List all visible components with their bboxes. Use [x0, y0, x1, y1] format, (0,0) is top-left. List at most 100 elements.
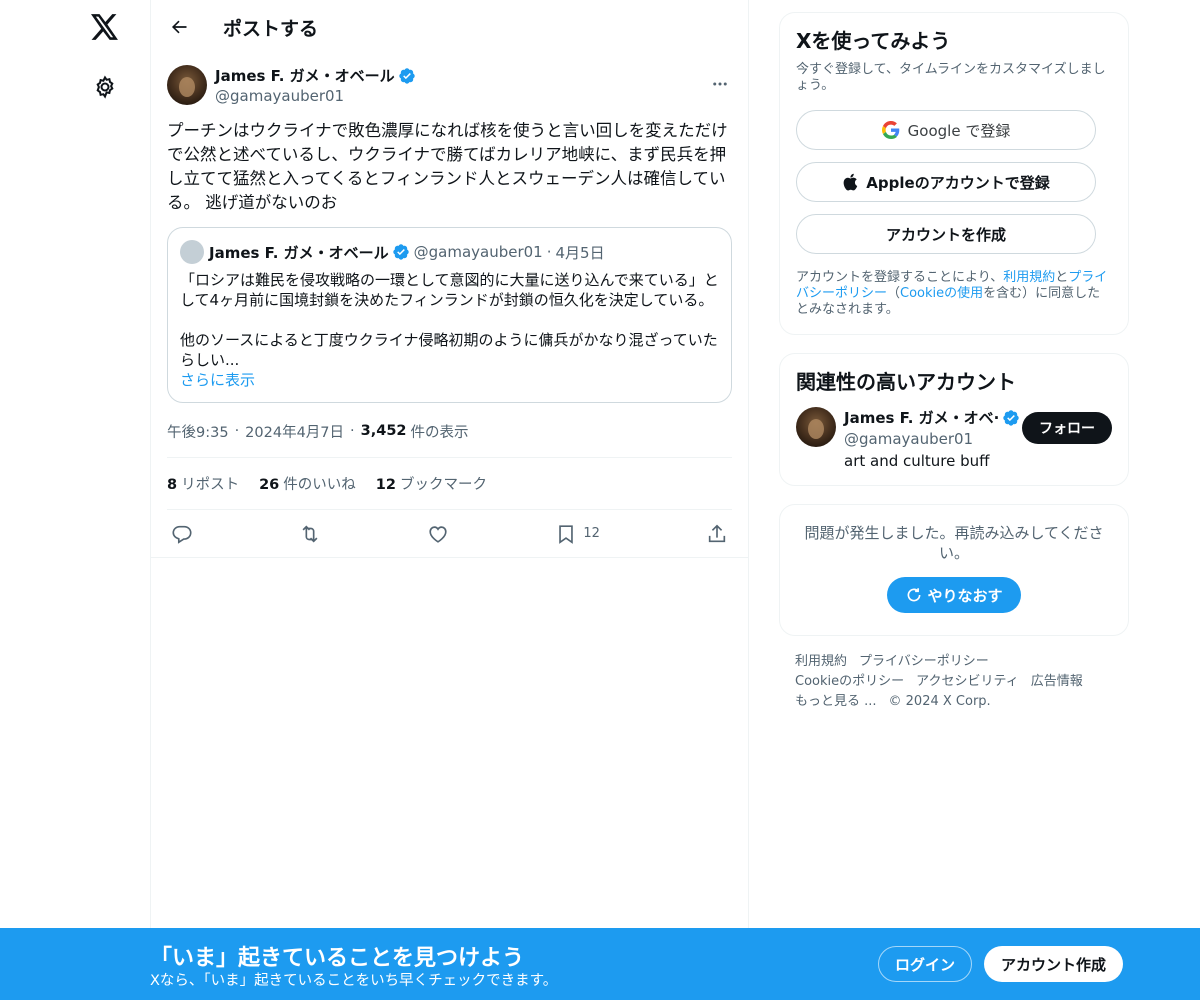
copyright: © 2024 X Corp.: [888, 694, 991, 709]
author-name-line: James F. ガメ・オベール: [215, 65, 416, 86]
apple-icon: [843, 173, 858, 191]
signup-subtitle: 今すぐ登録して、タイムラインをカスタマイズしましょう。: [796, 62, 1106, 93]
verified-badge-icon: [392, 243, 410, 261]
post-text: プーチンはウクライナで敗色濃厚になれば核を使うと言い回しを変えただけで公然と述べ…: [167, 121, 728, 212]
apple-signup-label: Appleのアカウントで登録: [866, 173, 1050, 192]
related-name[interactable]: James F. ガメ・オベ·: [844, 407, 999, 428]
likes-label: 件のいいね: [283, 477, 356, 493]
related-info: James F. ガメ・オベ· @gamayauber01 art and cu…: [844, 407, 1020, 475]
signup-banner: 「いま」起きていることを見つけよう Xなら、「いま」起きていることをいち早くチェ…: [0, 928, 1200, 1000]
related-name-line: James F. ガメ・オベ·: [844, 407, 1020, 428]
bookmarks-label: ブックマーク: [399, 477, 487, 493]
retry-label: やりなおす: [927, 586, 1003, 605]
signup-card: Xを使ってみよう 今すぐ登録して、タイムラインをカスタマイズしましょう。 Goo…: [779, 12, 1129, 335]
main-column: ポストする James F. ガメ・オベール @gamayauber01 プーチ…: [150, 0, 749, 1000]
verified-badge-icon: [398, 67, 416, 85]
back-arrow-icon[interactable]: [161, 9, 197, 45]
quoted-post-header: James F. ガメ・オベール @gamayauber01 · 4月5日: [180, 240, 719, 264]
separator: ·: [234, 423, 240, 439]
reposts-stat[interactable]: 8 リポスト: [167, 473, 239, 494]
footer-terms-link[interactable]: 利用規約: [795, 654, 847, 669]
likes-stat[interactable]: 26 件のいいね: [259, 473, 356, 494]
repost-button[interactable]: [299, 517, 321, 551]
cookie-link[interactable]: Cookieの使用: [900, 286, 983, 301]
x-logo-icon[interactable]: [87, 9, 123, 45]
separator: ·: [350, 423, 355, 439]
bookmarks-stat[interactable]: 12 ブックマーク: [376, 473, 487, 494]
footer-privacy-link[interactable]: プライバシーポリシー: [859, 654, 989, 669]
related-accounts-card: 関連性の高いアカウント James F. ガメ・オベ· @gamayauber0…: [779, 353, 1129, 486]
author-info: James F. ガメ・オベール @gamayauber01: [215, 65, 416, 105]
banner-subtitle: Xなら、「いま」起きていることをいち早くチェックできます。: [150, 973, 558, 989]
footer-cookie-link[interactable]: Cookieのポリシー: [795, 674, 904, 689]
bookmark-button[interactable]: 12: [555, 517, 600, 551]
apple-signup-button[interactable]: Appleのアカウントで登録: [796, 162, 1096, 202]
gear-icon[interactable]: [88, 70, 122, 104]
related-account-row[interactable]: James F. ガメ・オベ· @gamayauber01 art and cu…: [796, 407, 1112, 475]
post-date[interactable]: 2024年4月7日: [245, 421, 344, 442]
like-button[interactable]: [427, 517, 449, 551]
login-button[interactable]: ログイン: [878, 946, 972, 982]
heart-icon: [429, 525, 447, 543]
post-meta: 午後9:35 · 2024年4月7日 · 3,452 件の表示: [167, 421, 732, 441]
signup-title: Xを使ってみよう: [796, 29, 951, 53]
bookmarks-count: 12: [375, 477, 396, 493]
reply-button[interactable]: [171, 517, 193, 551]
bookmark-icon: [559, 524, 574, 544]
top-bar: ポストする: [151, 0, 748, 54]
quoted-author-name: James F. ガメ・オベール: [209, 243, 389, 262]
likes-count: 26: [259, 477, 280, 493]
quoted-post-text: 「ロシアは難民を侵攻戦略の一環として意図的に大量に送り込んで来ている」として4ヶ…: [180, 271, 719, 369]
create-account-label: アカウントを作成: [885, 225, 1006, 244]
footer-row: Cookieのポリシー アクセシビリティ 広告情報: [795, 672, 1113, 692]
post-stats: 8 リポスト 26 件のいいね 12 ブックマーク: [167, 457, 732, 510]
terms-mid: （: [887, 286, 901, 301]
views-count: 3,452: [360, 423, 407, 439]
show-more-link[interactable]: さらに表示: [180, 370, 719, 390]
footer-more-link[interactable]: もっと見る ...: [795, 694, 877, 709]
google-icon: [881, 121, 899, 139]
quoted-post[interactable]: James F. ガメ・オベール @gamayauber01 · 4月5日 「ロ…: [167, 227, 732, 403]
author-handle[interactable]: @gamayauber01: [215, 87, 416, 105]
views-label: 件の表示: [410, 424, 469, 441]
quoted-author-handle: @gamayauber01: [413, 243, 543, 261]
related-bio: art and culture buff: [844, 452, 990, 470]
reposts-label: リポスト: [181, 477, 240, 493]
avatar[interactable]: [796, 407, 836, 447]
footer-ads-link[interactable]: 広告情報: [1031, 674, 1083, 689]
follow-button[interactable]: フォロー: [1022, 412, 1112, 444]
error-card: 問題が発生しました。再読み込みしてください。 やりなおす: [779, 504, 1129, 636]
footer-row: もっと見る ... © 2024 X Corp.: [795, 692, 1113, 712]
reply-icon: [172, 525, 192, 544]
share-button[interactable]: [706, 517, 728, 551]
google-signup-button[interactable]: Google で登録: [796, 110, 1096, 150]
separator: ·: [546, 243, 552, 261]
retry-button[interactable]: やりなおす: [887, 577, 1021, 613]
footer-row: 利用規約 プライバシーポリシー: [795, 652, 1113, 672]
related-handle: @gamayauber01: [844, 430, 974, 448]
create-account-button[interactable]: アカウントを作成: [796, 214, 1096, 254]
footer-accessibility-link[interactable]: アクセシビリティ: [916, 674, 1019, 689]
right-sidebar: Xを使ってみよう 今すぐ登録して、タイムラインをカスタマイズしましょう。 Goo…: [779, 0, 1129, 728]
post: James F. ガメ・オベール @gamayauber01 プーチンはウクライ…: [151, 54, 748, 558]
terms-link[interactable]: 利用規約: [1003, 270, 1055, 285]
error-message: 問題が発生しました。再読み込みしてください。: [804, 524, 1104, 562]
repost-icon: [302, 524, 318, 543]
terms-prefix: アカウントを登録することにより、: [796, 270, 1004, 285]
terms-and: と: [1055, 270, 1069, 285]
terms-text: アカウントを登録することにより、利用規約とプライバシーポリシー（Cookieの使…: [796, 270, 1112, 318]
post-author-row: James F. ガメ・オベール @gamayauber01: [167, 54, 732, 116]
verified-badge-icon: [1002, 409, 1020, 427]
refresh-icon: [908, 588, 921, 602]
avatar: [180, 240, 204, 264]
reposts-count: 8: [167, 477, 178, 493]
footer-links: 利用規約 プライバシーポリシー Cookieのポリシー アクセシビリティ 広告情報 も…: [779, 636, 1129, 728]
share-icon: [708, 524, 726, 542]
more-options-icon[interactable]: [708, 72, 732, 96]
left-nav: [0, 0, 150, 1000]
avatar[interactable]: [167, 65, 207, 105]
banner-signup-button[interactable]: アカウント作成: [984, 946, 1123, 982]
post-time[interactable]: 午後9:35: [167, 421, 229, 442]
author-name[interactable]: James F. ガメ・オベール: [215, 65, 395, 86]
quoted-post-date: 4月5日: [555, 243, 605, 262]
